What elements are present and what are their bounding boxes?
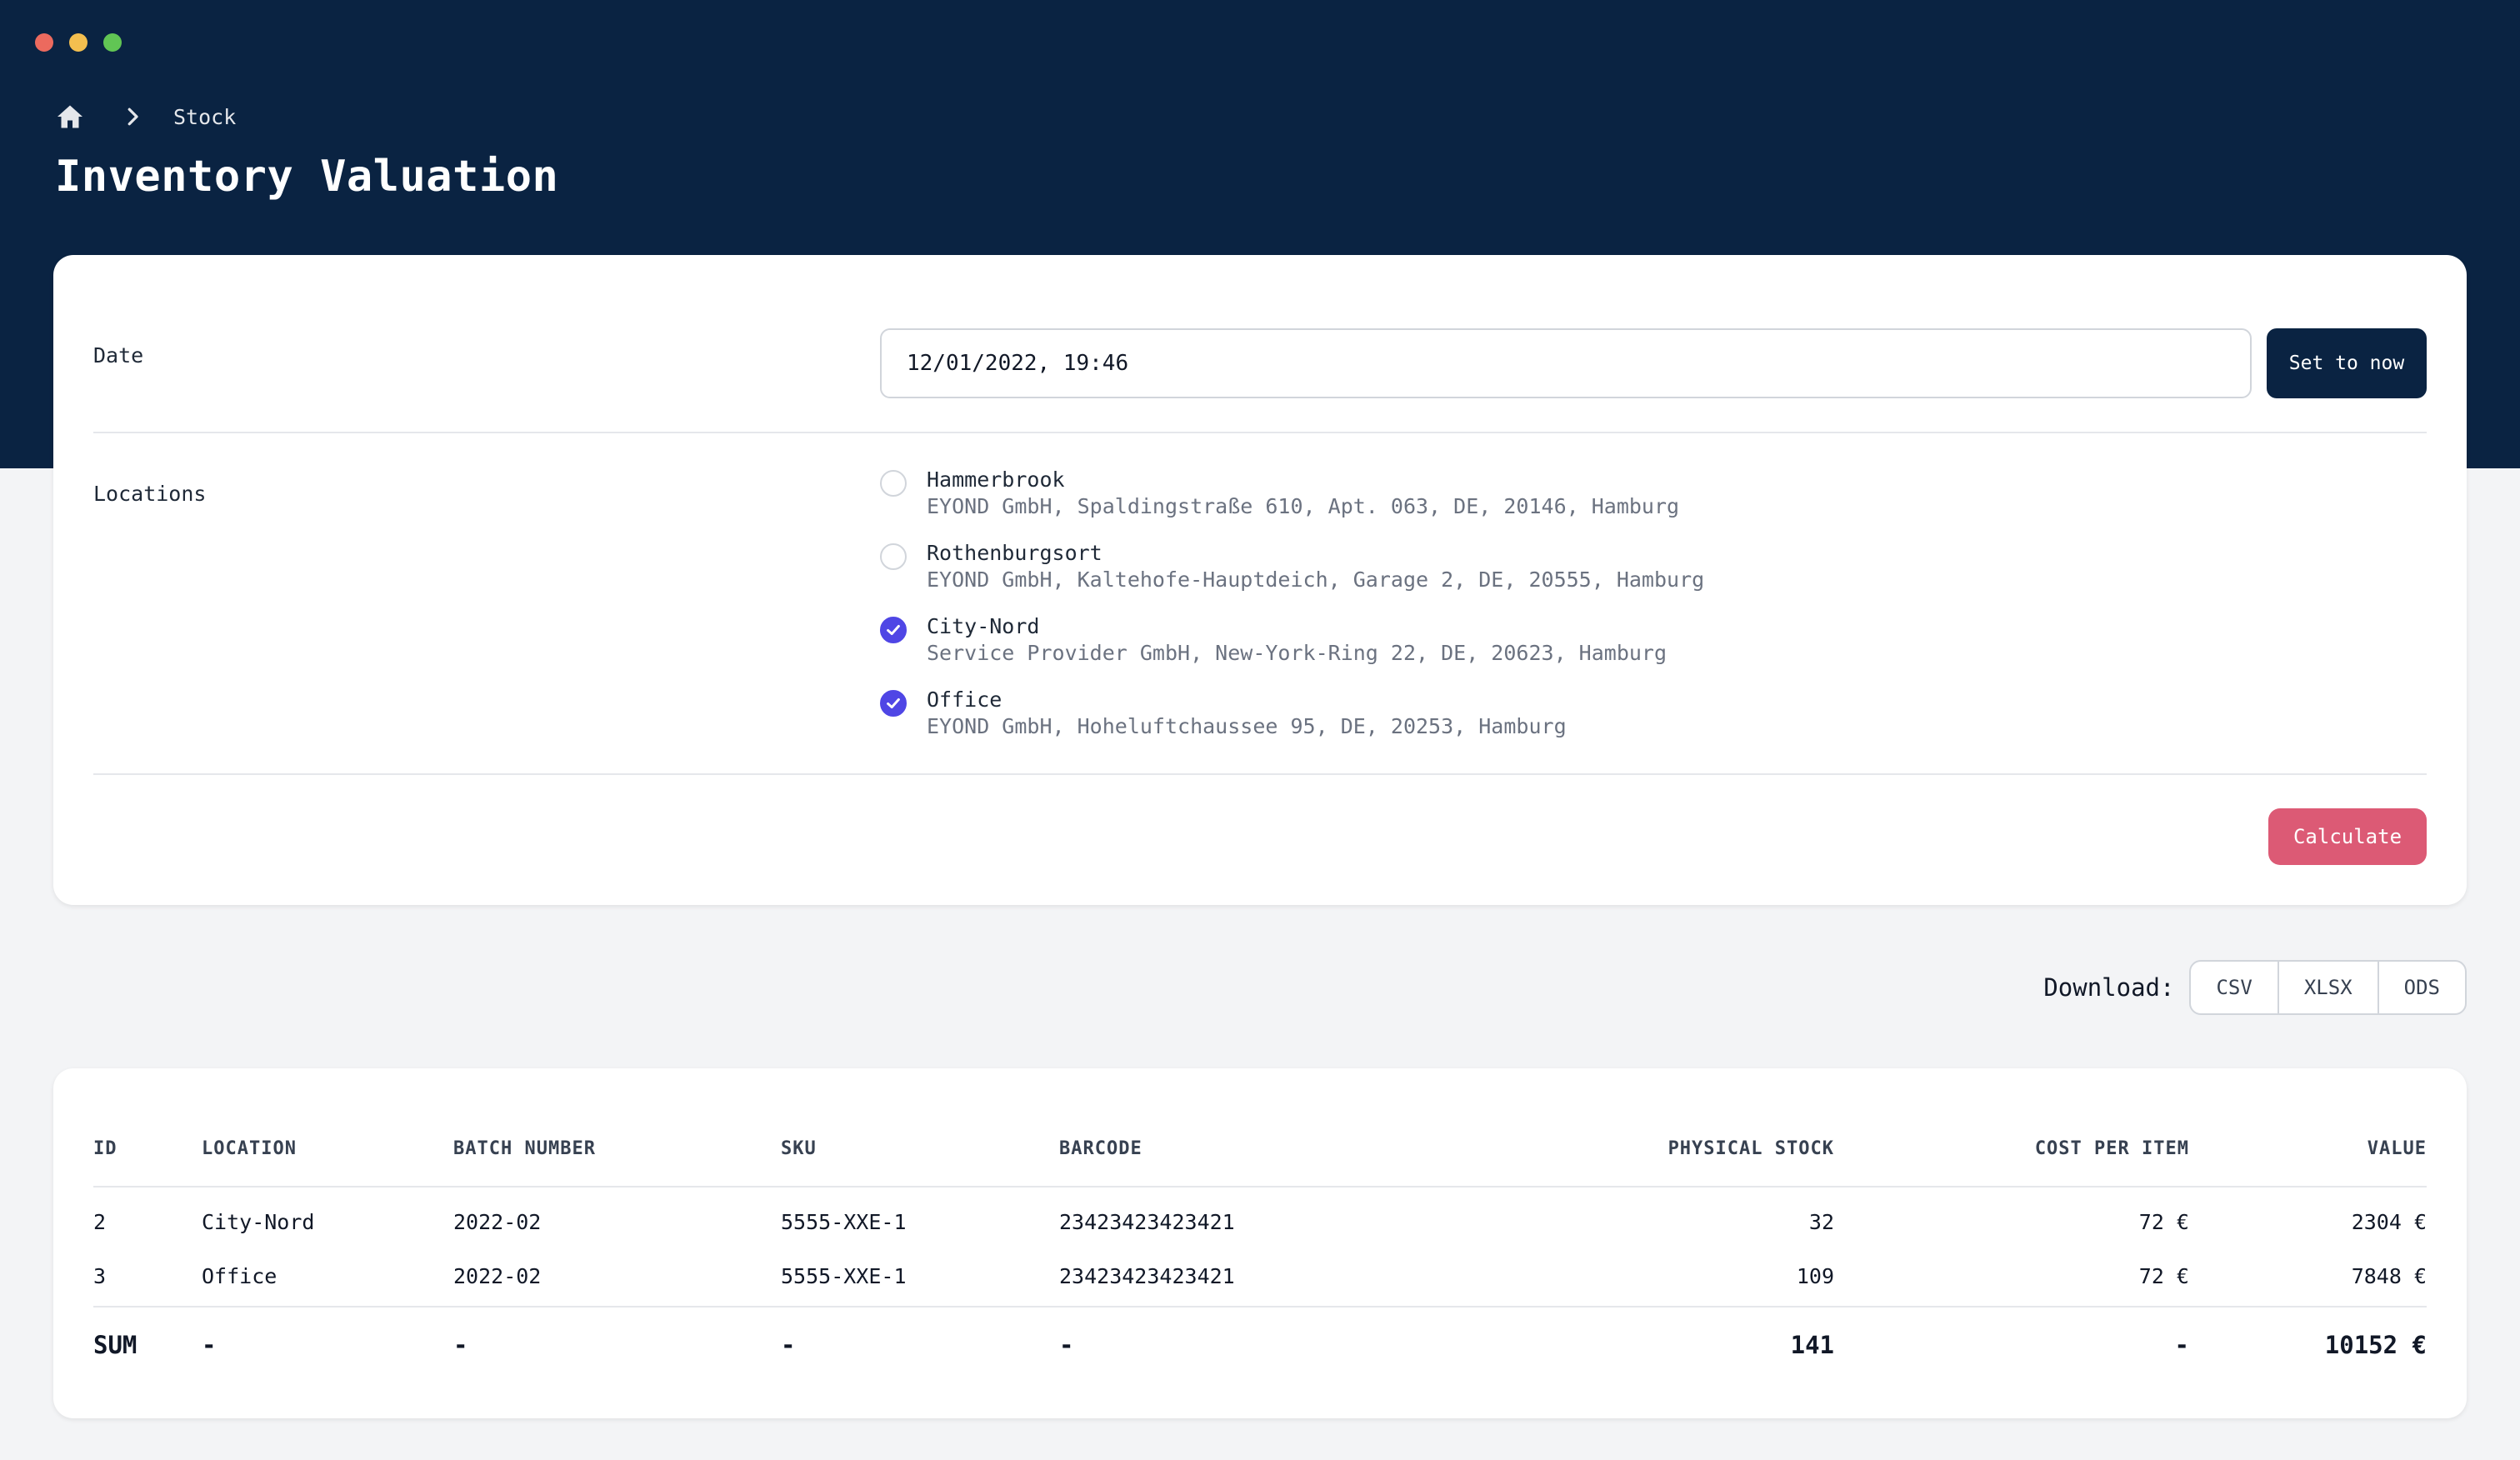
chevron-right-icon [120, 104, 145, 129]
table-header-row: ID LOCATION BATCH NUMBER SKU BARCODE PHY… [93, 1112, 2427, 1188]
sum-barcode: - [1059, 1306, 1476, 1382]
valuation-table-card: ID LOCATION BATCH NUMBER SKU BARCODE PHY… [53, 1068, 2467, 1418]
location-checkbox[interactable] [880, 470, 907, 497]
breadcrumb: Stock [55, 102, 236, 132]
cell-value: 7848 € [2351, 1264, 2427, 1288]
cell-id: 3 [93, 1264, 107, 1288]
close-window-button[interactable] [35, 33, 53, 52]
sum-physical-stock: 141 [1476, 1306, 1834, 1382]
valuation-form-card: Date 12/01/2022, 19:46 Set to now Locati… [53, 255, 2467, 905]
location-checkbox[interactable] [880, 617, 907, 643]
sum-batch-number: - [453, 1306, 781, 1382]
locations-label: Locations [93, 482, 207, 506]
location-option-hammerbrook[interactable]: Hammerbrook EYOND GmbH, Spaldingstraße 6… [880, 467, 1679, 520]
download-ods-button[interactable]: ODS [2379, 962, 2465, 1013]
location-option-rothenburgsort[interactable]: Rothenburgsort EYOND GmbH, Kaltehofe-Hau… [880, 540, 1704, 593]
checkmark-icon [887, 624, 900, 636]
cell-location: City-Nord [202, 1210, 315, 1234]
cell-physical-stock: 32 [1808, 1210, 1834, 1234]
cell-barcode: 23423423423421 [1059, 1264, 1235, 1288]
location-checkbox[interactable] [880, 543, 907, 570]
sum-sku: - [781, 1306, 1059, 1382]
maximize-window-button[interactable] [103, 33, 122, 52]
table-row: 2 City-Nord 2022-02 5555-XXE-1 234234234… [93, 1187, 2427, 1247]
date-label: Date [93, 343, 144, 368]
download-bar: Download: CSV XLSX ODS [2043, 960, 2467, 1015]
breadcrumb-current[interactable]: Stock [173, 105, 236, 129]
column-header-batch-number: BATCH NUMBER [453, 1112, 781, 1188]
location-option-city-nord[interactable]: City-Nord Service Provider GmbH, New-Yor… [880, 613, 1667, 667]
cell-id: 2 [93, 1210, 107, 1234]
location-name: Hammerbrook [927, 468, 1065, 492]
location-name: Office [927, 688, 1002, 712]
column-header-cost-per-item: COST PER ITEM [1834, 1112, 2189, 1188]
download-xlsx-button[interactable]: XLSX [2279, 962, 2379, 1013]
window-controls [35, 33, 122, 52]
cell-physical-stock: 109 [1796, 1264, 1834, 1288]
download-button-group: CSV XLSX ODS [2189, 960, 2467, 1015]
download-label: Download: [2043, 973, 2175, 1002]
cell-batch-number: 2022-02 [453, 1264, 542, 1288]
cell-sku: 5555-XXE-1 [781, 1210, 907, 1234]
location-address: EYOND GmbH, Kaltehofe-Hauptdeich, Garage… [927, 568, 1705, 592]
date-input[interactable]: 12/01/2022, 19:46 [880, 328, 2252, 398]
cell-value: 2304 € [2351, 1210, 2427, 1234]
sum-value: 10152 € [2189, 1306, 2427, 1382]
cell-location: Office [202, 1264, 278, 1288]
download-csv-button[interactable]: CSV [2191, 962, 2279, 1013]
column-header-physical-stock: PHYSICAL STOCK [1476, 1112, 1834, 1188]
location-checkbox[interactable] [880, 690, 907, 717]
column-header-barcode: BARCODE [1059, 1112, 1476, 1188]
checkmark-icon [887, 698, 900, 709]
column-header-id: ID [93, 1112, 202, 1188]
divider [93, 773, 2427, 775]
cell-batch-number: 2022-02 [453, 1210, 542, 1234]
sum-cost-per-item: - [1834, 1306, 2189, 1382]
cell-cost-per-item: 72 € [2138, 1210, 2189, 1234]
location-name: Rothenburgsort [927, 541, 1102, 565]
divider [93, 432, 2427, 433]
column-header-location: LOCATION [202, 1112, 453, 1188]
column-header-sku: SKU [781, 1112, 1059, 1188]
calculate-button[interactable]: Calculate [2268, 808, 2427, 865]
sum-label: SUM [93, 1306, 202, 1382]
cell-sku: 5555-XXE-1 [781, 1264, 907, 1288]
location-name: City-Nord [927, 614, 1040, 638]
page-title: Inventory Valuation [55, 152, 559, 202]
location-address: EYOND GmbH, Hoheluftchaussee 95, DE, 202… [927, 714, 1567, 738]
table-row: 3 Office 2022-02 5555-XXE-1 234234234234… [93, 1247, 2427, 1307]
table-sum-row: SUM - - - - 141 - 10152 € [93, 1306, 2427, 1382]
valuation-table: ID LOCATION BATCH NUMBER SKU BARCODE PHY… [93, 1112, 2427, 1382]
column-header-value: VALUE [2189, 1112, 2427, 1188]
location-option-office[interactable]: Office EYOND GmbH, Hoheluftchaussee 95, … [880, 687, 1567, 740]
sum-location: - [202, 1306, 453, 1382]
location-address: EYOND GmbH, Spaldingstraße 610, Apt. 063… [927, 494, 1680, 518]
cell-cost-per-item: 72 € [2138, 1264, 2189, 1288]
home-icon[interactable] [55, 102, 85, 132]
cell-barcode: 23423423423421 [1059, 1210, 1235, 1234]
set-to-now-button[interactable]: Set to now [2267, 328, 2427, 398]
location-address: Service Provider GmbH, New-York-Ring 22,… [927, 641, 1668, 665]
minimize-window-button[interactable] [69, 33, 88, 52]
